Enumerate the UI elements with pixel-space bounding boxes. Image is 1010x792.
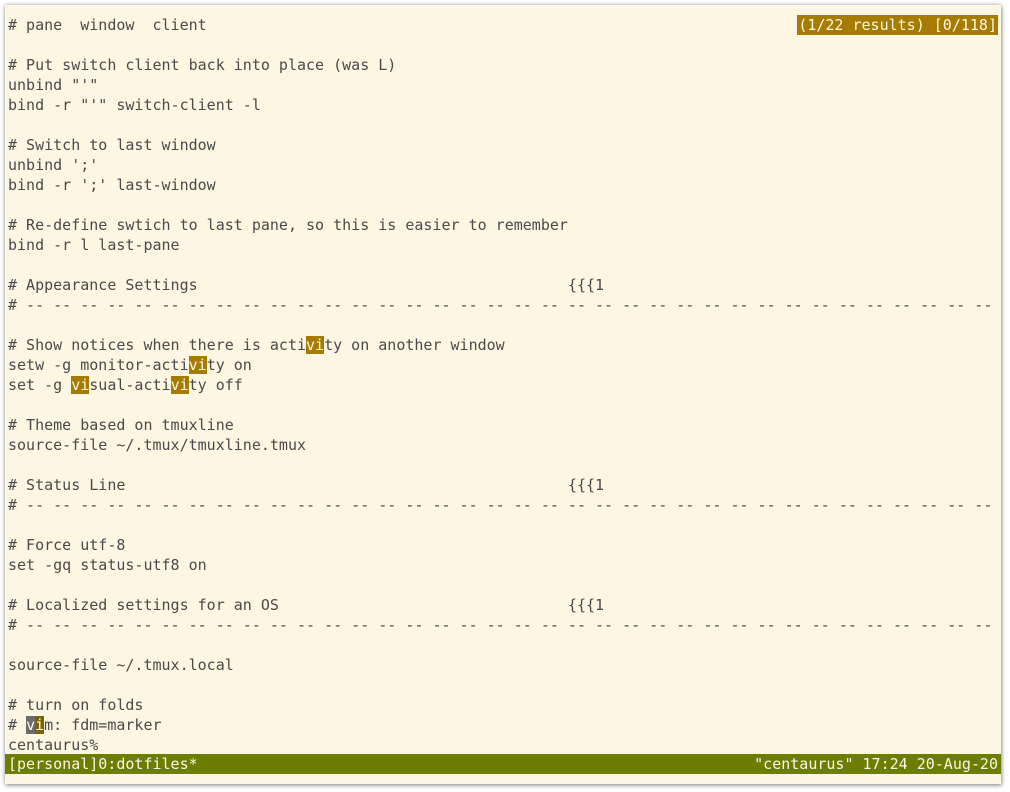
buffer-line: set -g visual-activity off	[8, 375, 998, 395]
line-text: m: fdm=marker	[44, 716, 162, 734]
line-text: setw -g monitor-acti	[8, 356, 189, 374]
search-match: vi	[170, 376, 189, 394]
buffer-content[interactable]: # pane window client # Put switch client…	[8, 15, 998, 755]
buffer-line: # vim: fdm=marker	[8, 715, 998, 735]
buffer-line: # -- -- -- -- -- -- -- -- -- -- -- -- --…	[8, 296, 993, 314]
copy-mode-cursor: v	[26, 716, 36, 734]
line-text: ty on another window	[324, 336, 505, 354]
line-text: ty off	[188, 376, 243, 394]
buffer-line: unbind "'"	[8, 76, 99, 94]
line-text: #	[8, 716, 27, 734]
buffer-line: # Status Line {{{1	[8, 476, 605, 494]
buffer-line: source-file ~/.tmux/tmuxline.tmux	[8, 436, 307, 454]
buffer-line	[8, 455, 998, 475]
buffer-line: # -- -- -- -- -- -- -- -- -- -- -- -- --…	[8, 616, 993, 634]
buffer-line: # Switch to last window	[8, 136, 216, 154]
line-text: ty on	[206, 356, 252, 374]
buffer-line	[8, 395, 998, 415]
buffer-line	[8, 675, 998, 695]
search-match: vi	[306, 336, 325, 354]
buffer-line: bind -r l last-pane	[8, 236, 180, 254]
terminal-window[interactable]: # pane window client # Put switch client…	[5, 5, 1001, 784]
buffer-line: # Localized settings for an OS {{{1	[8, 596, 605, 614]
buffer-line	[8, 315, 998, 335]
buffer-line	[8, 575, 998, 595]
status-session-window[interactable]: [personal]0:dotfiles*	[8, 754, 198, 774]
buffer-line: # -- -- -- -- -- -- -- -- -- -- -- -- --…	[8, 496, 993, 514]
buffer-line: # Show notices when there is activity on…	[8, 335, 998, 355]
buffer-line: # Theme based on tmuxline	[8, 416, 234, 434]
buffer-line: unbind ';'	[8, 156, 99, 174]
buffer-line	[8, 115, 998, 135]
buffer-line: setw -g monitor-activity on	[8, 355, 998, 375]
buffer-line	[8, 515, 998, 535]
buffer-line: bind -r "'" switch-client -l	[8, 96, 261, 114]
line-text: sual-acti	[89, 376, 171, 394]
search-match: vi	[188, 356, 207, 374]
line-text: set -g	[8, 376, 72, 394]
tmux-status-bar: [personal]0:dotfiles* "centaurus" 17:24 …	[5, 754, 1001, 774]
buffer-line	[8, 35, 998, 55]
line-text: # Show notices when there is acti	[8, 336, 307, 354]
search-match: vi	[71, 376, 90, 394]
shell-prompt: centaurus%	[8, 736, 99, 754]
status-host-clock: "centaurus" 17:24 20-Aug-20	[754, 755, 998, 773]
buffer-line: # Re-define swtich to last pane, so this…	[8, 216, 568, 234]
buffer-line	[8, 195, 998, 215]
current-search-match: i	[35, 716, 45, 734]
buffer-line: bind -r ';' last-window	[8, 176, 216, 194]
buffer-line: # Force utf-8	[8, 536, 126, 554]
buffer-line	[8, 255, 998, 275]
buffer-line: source-file ~/.tmux.local	[8, 656, 234, 674]
buffer-line: # Appearance Settings {{{1	[8, 276, 605, 294]
buffer-line: # Put switch client back into place (was…	[8, 56, 397, 74]
buffer-line: # turn on folds	[8, 696, 144, 714]
copy-mode-position-indicator: (1/22 results) [0/118]	[797, 15, 998, 35]
buffer-line	[8, 635, 998, 655]
buffer-line: set -gq status-utf8 on	[8, 556, 207, 574]
